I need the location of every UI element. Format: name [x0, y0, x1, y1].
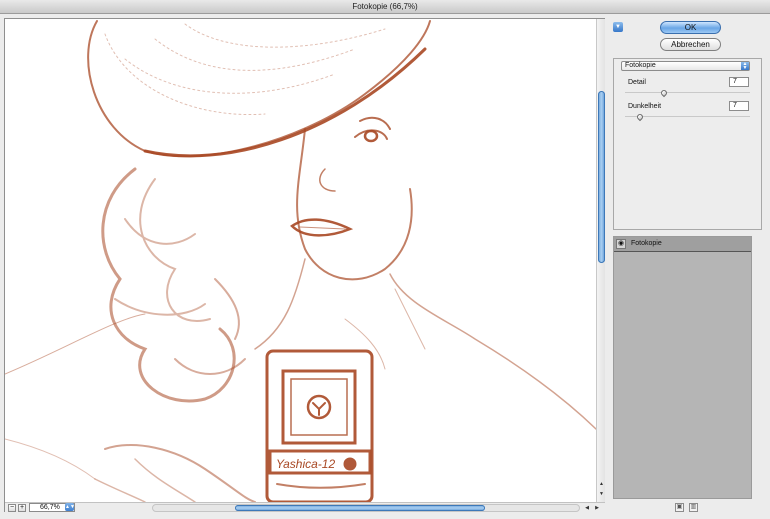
- select-arrows-icon: ▲ ▼: [741, 61, 749, 71]
- scroll-down-icon[interactable]: ▼: [598, 491, 605, 498]
- zoom-in-icon[interactable]: +: [18, 504, 26, 512]
- window-title: Fotokopie (66,7%): [0, 0, 770, 14]
- horizontal-scrollbar[interactable]: [152, 504, 580, 512]
- filter-select-value: Fotokopie: [625, 62, 656, 69]
- vertical-scroll-thumb[interactable]: [598, 91, 605, 263]
- cancel-button[interactable]: Abbrechen: [660, 38, 721, 51]
- collapse-icon[interactable]: ▼: [613, 22, 623, 32]
- filter-gallery-window: Fotokopie (66,7%) Yashica-12 ▲ ▼ − + 66,…: [0, 0, 770, 519]
- preview-canvas[interactable]: Yashica-12: [5, 19, 596, 502]
- detail-slider-knob[interactable]: [659, 88, 669, 98]
- filter-settings-panel: Fotokopie ▲ ▼ Detail 7 Dunkelheit 7: [613, 58, 762, 230]
- scroll-left-icon[interactable]: ◀: [583, 504, 591, 512]
- new-layer-icon[interactable]: ▣: [675, 503, 684, 512]
- detail-label: Detail: [628, 79, 646, 86]
- darkness-label: Dunkelheit: [628, 103, 662, 110]
- eye-icon[interactable]: ◉: [616, 239, 626, 249]
- camera-brand-text: Yashica-12: [276, 457, 335, 471]
- ok-button[interactable]: OK: [660, 21, 721, 34]
- preview-panel: Yashica-12 ▲ ▼ − + 66,7% ▲▼ ◀ ▶: [4, 18, 605, 512]
- scroll-up-icon[interactable]: ▲: [598, 481, 605, 488]
- darkness-slider-knob[interactable]: [635, 112, 645, 122]
- zoom-level-value: 66,7%: [40, 504, 60, 511]
- trash-icon[interactable]: ▥: [689, 503, 698, 512]
- effect-layers-panel: ◉ Fotokopie: [613, 236, 752, 499]
- zoom-menu-icon[interactable]: ▲▼: [65, 503, 75, 511]
- zoom-bar: − + 66,7% ▲▼ ◀ ▶: [5, 502, 605, 512]
- darkness-field[interactable]: 7: [729, 101, 749, 111]
- filter-select[interactable]: Fotokopie ▲ ▼: [621, 61, 750, 71]
- zoom-out-icon[interactable]: −: [8, 504, 16, 512]
- sketch-image: Yashica-12: [5, 20, 596, 502]
- horizontal-scroll-thumb[interactable]: [235, 505, 485, 511]
- effect-layer-row[interactable]: ◉ Fotokopie: [614, 237, 751, 252]
- effect-layer-label: Fotokopie: [631, 240, 662, 247]
- detail-field[interactable]: 7: [729, 77, 749, 87]
- vertical-scrollbar[interactable]: ▲ ▼: [596, 19, 605, 502]
- detail-slider[interactable]: [625, 88, 750, 98]
- darkness-slider[interactable]: [625, 112, 750, 122]
- scroll-right-icon[interactable]: ▶: [593, 504, 601, 512]
